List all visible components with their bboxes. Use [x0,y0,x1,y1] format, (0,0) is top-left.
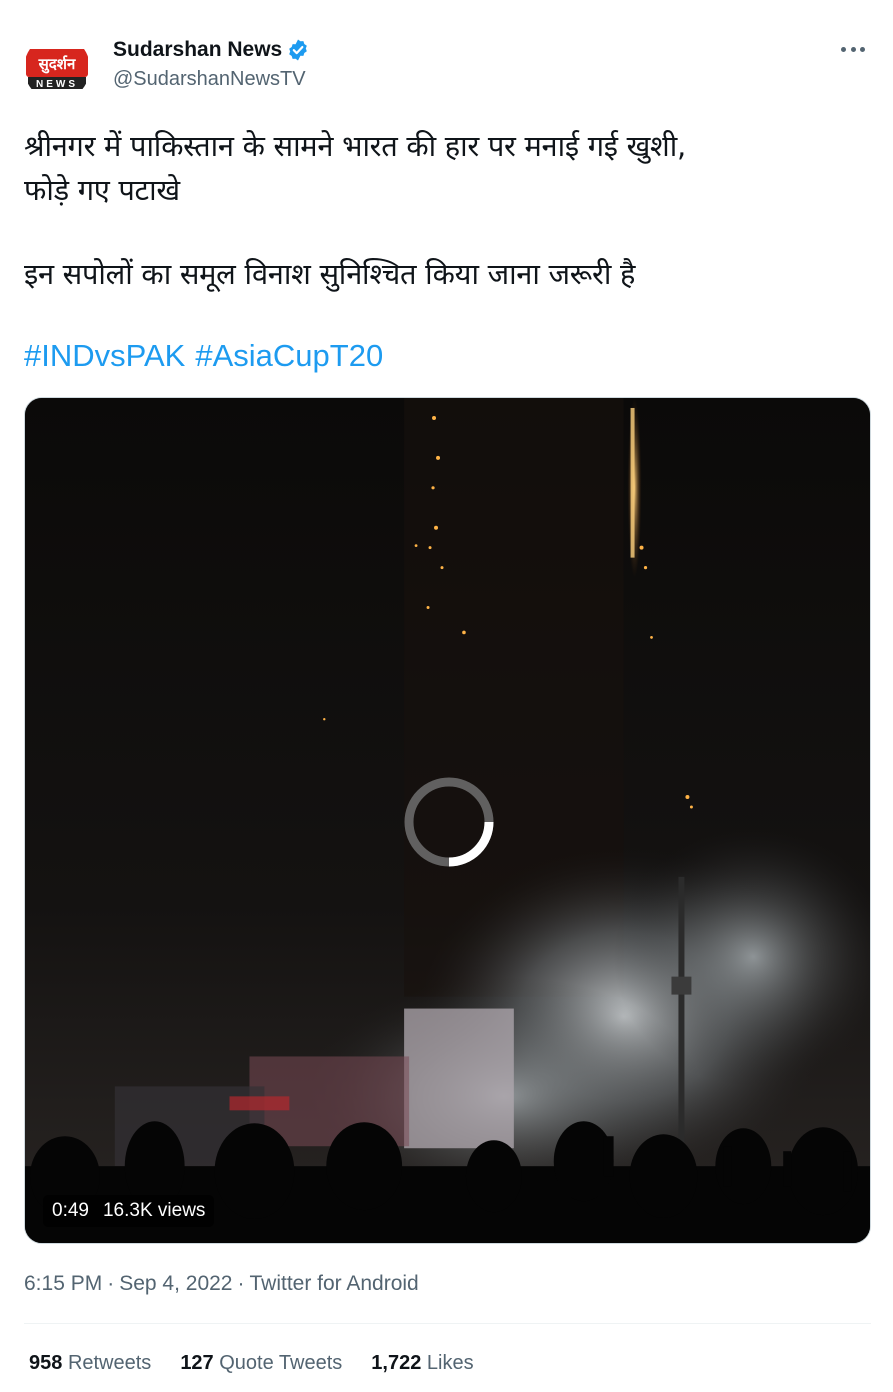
hashtag-link[interactable]: #INDvsPAK [24,338,185,373]
tweet-header: सुदर्शन NEWS Sudarshan News @SudarshanNe… [24,30,870,101]
retweets-count: 958 [29,1352,63,1374]
tweet-date[interactable]: Sep 4, 2022 [119,1272,232,1295]
likes-count: 1,722 [371,1352,422,1374]
hashtags: #INDvsPAK #AsiaCupT20 [24,338,393,374]
engagement-stats: 958 Retweets 127 Quote Tweets 1,722 Like… [29,1352,503,1375]
tweet-time[interactable]: 6:15 PM [24,1272,102,1295]
tweet-line-3: इन सपोलों का समूल विनाश सुनिश्चित किया ज… [24,257,636,291]
video-views: 16.3K views [102,1200,206,1221]
tweet-text: श्रीनगर में पाकिस्तान के सामने भारत की ह… [24,124,870,296]
hashtag-link[interactable]: #AsiaCupT20 [195,338,383,373]
loading-spinner-icon [404,777,494,867]
svg-text:NEWS: NEWS [36,79,78,90]
retweets-stat[interactable]: 958 Retweets [29,1352,151,1375]
likes-label: Likes [426,1352,474,1374]
quotes-count: 127 [180,1352,214,1374]
name-row: Sudarshan News [113,36,310,64]
video-info-badge: 0:49 16.3K views [43,1195,215,1227]
avatar[interactable]: सुदर्शन NEWS [24,35,90,101]
meta-separator: · [237,1272,245,1295]
quote-tweets-stat[interactable]: 127 Quote Tweets [180,1352,342,1375]
video-duration: 0:49 [52,1200,89,1221]
video-player[interactable]: 0:49 16.3K views [24,397,871,1244]
retweets-label: Retweets [67,1352,152,1374]
author-name[interactable]: Sudarshan News [113,38,282,62]
author-block: Sudarshan News @SudarshanNewsTV [113,36,310,91]
quotes-label: Quote Tweets [219,1352,343,1374]
more-dot [850,46,856,52]
more-dot [860,46,865,52]
more-dot [841,46,846,52]
svg-text:सुदर्शन: सुदर्शन [38,55,76,74]
author-handle[interactable]: @SudarshanNewsTV [113,68,310,91]
verified-badge-icon [289,39,308,61]
divider [24,1323,871,1324]
tweet-line-1: श्रीनगर में पाकिस्तान के सामने भारत की ह… [24,129,686,163]
tweet-line-2: फोड़े गए पटाखे [24,173,180,207]
sudarshan-news-logo: सुदर्शन NEWS [24,35,90,101]
tweet-meta: 6:15 PM · Sep 4, 2022 · Twitter for Android [24,1272,419,1296]
meta-separator: · [107,1272,115,1295]
more-options-icon[interactable] [838,36,868,62]
likes-stat[interactable]: 1,722 Likes [371,1352,473,1375]
tweet-source[interactable]: Twitter for Android [249,1272,418,1295]
